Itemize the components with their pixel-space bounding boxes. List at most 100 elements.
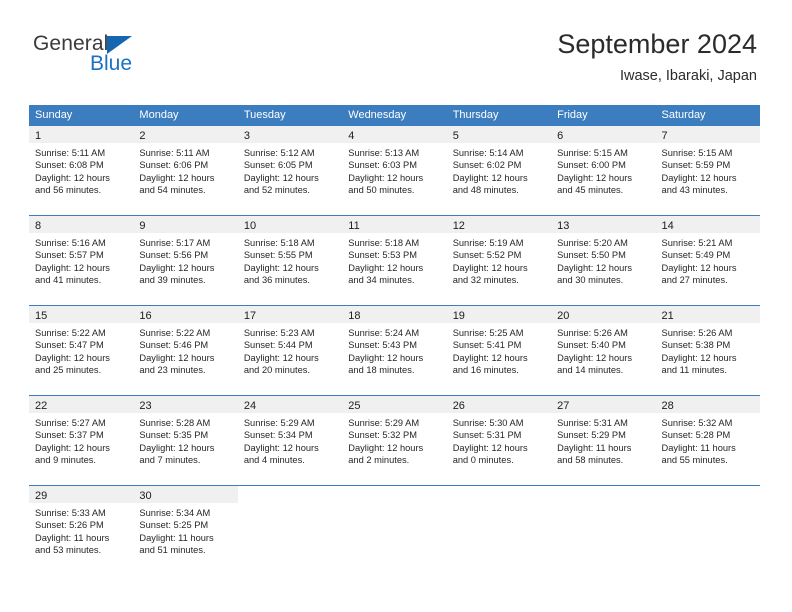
day-details (656, 503, 760, 513)
page-subtitle: Iwase, Ibaraki, Japan (619, 68, 757, 84)
daylight-text-line2: and 45 minutes. (557, 184, 624, 195)
day-number-band: 22 (29, 396, 134, 413)
sunrise-text: Sunrise: 5:17 AM (139, 238, 211, 248)
day-number: 27 (557, 400, 570, 412)
weekday-header-tuesday: Tuesday (243, 109, 286, 121)
day-details: Sunrise: 5:11 AM Sunset: 6:08 PM Daylight:… (29, 143, 133, 202)
sunrise-text: Sunrise: 5:19 AM (452, 238, 524, 248)
day-number-band: 24 (237, 396, 343, 413)
calendar-day-cell[interactable]: 19 Sunrise: 5:25 AM Sunset: 5:41 PM Dayligh… (446, 306, 552, 395)
daylight-text-line1: Daylight: 12 hours (35, 262, 110, 273)
calendar-day-cell[interactable]: 27 Sunrise: 5:31 AM Sunset: 5:29 PM Dayligh… (551, 396, 656, 485)
day-number-band: 8 (29, 216, 134, 233)
sunrise-text: Sunrise: 5:22 AM (139, 328, 211, 338)
day-details (238, 503, 342, 513)
day-number-band (237, 486, 343, 503)
calendar-day-cell[interactable]: 10 Sunrise: 5:18 AM Sunset: 5:55 PM Dayligh… (237, 216, 343, 305)
calendar-day-cell[interactable]: 30 Sunrise: 5:34 AM Sunset: 5:25 PM Dayligh… (133, 486, 238, 575)
calendar-day-cell[interactable]: 25 Sunrise: 5:29 AM Sunset: 5:32 PM Dayligh… (342, 396, 447, 485)
calendar-day-cell[interactable]: 24 Sunrise: 5:29 AM Sunset: 5:34 PM Dayligh… (237, 396, 343, 485)
day-number: 12 (452, 220, 465, 232)
day-details: Sunrise: 5:15 AM Sunset: 5:59 PM Daylight:… (656, 143, 760, 202)
day-details: Sunrise: 5:17 AM Sunset: 5:56 PM Daylight:… (133, 233, 237, 292)
day-details: Sunrise: 5:18 AM Sunset: 5:55 PM Daylight:… (238, 233, 342, 292)
sunrise-text: Sunrise: 5:18 AM (348, 238, 420, 248)
day-details: Sunrise: 5:13 AM Sunset: 6:03 PM Daylight:… (342, 143, 446, 202)
daylight-text-line2: and 55 minutes. (661, 454, 728, 465)
calendar-day-cell[interactable]: 16 Sunrise: 5:22 AM Sunset: 5:46 PM Dayligh… (133, 306, 238, 395)
daylight-text-line1: Daylight: 12 hours (348, 352, 424, 363)
calendar-day-cell[interactable]: 2 Sunrise: 5:11 AM Sunset: 6:06 PM Daylight… (133, 126, 238, 215)
sunset-text: Sunset: 5:37 PM (35, 430, 104, 441)
day-number: 23 (139, 400, 152, 412)
calendar-day-cell[interactable]: 18 Sunrise: 5:24 AM Sunset: 5:43 PM Dayligh… (342, 306, 447, 395)
calendar-day-cell[interactable]: 17 Sunrise: 5:23 AM Sunset: 5:44 PM Dayligh… (237, 306, 343, 395)
day-number-band: 10 (237, 216, 343, 233)
day-number: 1 (35, 130, 42, 142)
day-number: 10 (243, 220, 257, 232)
calendar-day-cell[interactable]: 26 Sunrise: 5:30 AM Sunset: 5:31 PM Dayligh… (446, 396, 552, 485)
calendar-week-row: 1 Sunrise: 5:11 AM Sunset: 6:08 PM Daylight… (29, 126, 760, 215)
calendar-day-cell[interactable]: 11 Sunrise: 5:18 AM Sunset: 5:53 PM Dayligh… (342, 216, 447, 305)
calendar-week-row: 8 Sunrise: 5:16 AM Sunset: 5:57 PM Daylight… (29, 215, 760, 305)
day-number: 16 (139, 310, 152, 322)
day-number-band: 13 (551, 216, 656, 233)
calendar-day-cell[interactable]: 12 Sunrise: 5:19 AM Sunset: 5:52 PM Dayligh… (446, 216, 552, 305)
calendar-day-cell[interactable]: 29 Sunrise: 5:33 AM Sunset: 5:26 PM Dayligh… (29, 486, 134, 575)
daylight-text-line1: Daylight: 12 hours (661, 262, 737, 273)
day-number: 3 (243, 130, 250, 142)
day-details: Sunrise: 5:28 AM Sunset: 5:35 PM Daylight:… (133, 413, 237, 472)
sunrise-text: Sunrise: 5:20 AM (557, 238, 628, 248)
calendar-day-cell[interactable]: 6 Sunrise: 5:15 AM Sunset: 6:00 PM Daylight… (551, 126, 656, 215)
calendar-day-cell[interactable]: 22 Sunrise: 5:27 AM Sunset: 5:37 PM Dayligh… (29, 396, 134, 485)
calendar-day-cell[interactable]: 1 Sunrise: 5:11 AM Sunset: 6:08 PM Daylight… (29, 126, 134, 215)
daylight-text-line2: and 52 minutes. (243, 184, 310, 195)
day-number-band: 7 (655, 126, 760, 143)
day-number-band: 26 (446, 396, 552, 413)
sunrise-text: Sunrise: 5:29 AM (243, 418, 315, 428)
day-details (447, 503, 551, 513)
calendar-day-cell[interactable]: 21 Sunrise: 5:26 AM Sunset: 5:38 PM Dayligh… (655, 306, 760, 395)
day-number-band: 28 (655, 396, 760, 413)
calendar-day-cell[interactable]: 15 Sunrise: 5:22 AM Sunset: 5:47 PM Dayligh… (29, 306, 134, 395)
sunset-text: Sunset: 5:52 PM (452, 250, 522, 261)
day-details: Sunrise: 5:12 AM Sunset: 6:05 PM Daylight:… (238, 143, 342, 202)
weekday-header-wednesday: Wednesday (348, 109, 407, 121)
day-number: 26 (452, 400, 465, 412)
sunrise-text: Sunrise: 5:11 AM (35, 148, 106, 158)
sunrise-text: Sunrise: 5:12 AM (243, 148, 315, 158)
day-number-band: 25 (342, 396, 447, 413)
day-details (551, 503, 655, 513)
sunset-text: Sunset: 5:50 PM (557, 250, 626, 261)
calendar-day-cell-empty (342, 486, 447, 575)
calendar-day-cell[interactable]: 5 Sunrise: 5:14 AM Sunset: 6:02 PM Daylight… (446, 126, 552, 215)
day-number: 8 (35, 220, 42, 232)
calendar-day-cell[interactable]: 3 Sunrise: 5:12 AM Sunset: 6:05 PM Daylight… (237, 126, 343, 215)
calendar-day-cell[interactable]: 23 Sunrise: 5:28 AM Sunset: 5:35 PM Dayligh… (133, 396, 238, 485)
daylight-text-line1: Daylight: 11 hours (557, 442, 632, 453)
sunrise-text: Sunrise: 5:33 AM (35, 508, 106, 518)
day-number: 11 (348, 220, 360, 232)
day-details: Sunrise: 5:29 AM Sunset: 5:34 PM Daylight:… (238, 413, 342, 472)
day-details: Sunrise: 5:29 AM Sunset: 5:32 PM Daylight:… (342, 413, 446, 472)
calendar-day-cell[interactable]: 8 Sunrise: 5:16 AM Sunset: 5:57 PM Daylight… (29, 216, 134, 305)
calendar-day-cell[interactable]: 4 Sunrise: 5:13 AM Sunset: 6:03 PM Daylight… (342, 126, 447, 215)
calendar-page: General Blue September 2024 Iwase, Ibara… (0, 0, 792, 612)
day-number: 29 (35, 490, 48, 502)
day-number-band: 29 (29, 486, 134, 503)
sunrise-text: Sunrise: 5:28 AM (139, 418, 211, 428)
calendar-day-cell[interactable]: 14 Sunrise: 5:21 AM Sunset: 5:49 PM Dayligh… (655, 216, 760, 305)
sunrise-text: Sunrise: 5:32 AM (661, 418, 733, 428)
day-details: Sunrise: 5:11 AM Sunset: 6:06 PM Daylight:… (133, 143, 237, 202)
sunset-text: Sunset: 5:40 PM (557, 340, 626, 351)
calendar-day-cell[interactable]: 9 Sunrise: 5:17 AM Sunset: 5:56 PM Daylight… (133, 216, 238, 305)
day-details: Sunrise: 5:27 AM Sunset: 5:37 PM Daylight:… (29, 413, 133, 472)
calendar-day-cell[interactable]: 13 Sunrise: 5:20 AM Sunset: 5:50 PM Dayligh… (551, 216, 656, 305)
daylight-text-line2: and 20 minutes. (243, 364, 310, 375)
calendar-day-cell[interactable]: 7 Sunrise: 5:15 AM Sunset: 5:59 PM Daylight… (655, 126, 760, 215)
day-details (342, 503, 446, 513)
general-blue-logo[interactable]: General Blue (33, 33, 253, 85)
calendar-day-cell[interactable]: 28 Sunrise: 5:32 AM Sunset: 5:28 PM Dayligh… (655, 396, 760, 485)
calendar-day-cell[interactable]: 20 Sunrise: 5:26 AM Sunset: 5:40 PM Dayligh… (551, 306, 656, 395)
day-number: 17 (243, 310, 257, 322)
